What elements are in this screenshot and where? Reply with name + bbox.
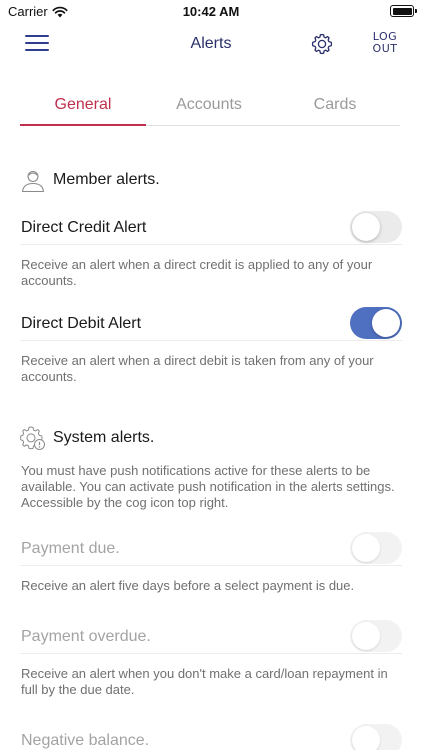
alert-description: Receive an alert when a direct credit is…: [21, 257, 373, 288]
alert-title: Payment overdue.: [21, 628, 151, 645]
alert-tabs: General Accounts Cards: [20, 86, 400, 126]
alert-row-payment-due: Payment due.: [20, 530, 402, 566]
tab-general[interactable]: General: [20, 86, 146, 126]
member-alerts-title: Member alerts.: [53, 171, 160, 188]
alert-row-negative-balance: Negative balance.: [20, 722, 402, 750]
payment-due-toggle[interactable]: [350, 532, 402, 564]
logout-button[interactable]: LOG OUT: [368, 31, 402, 55]
alert-description: Receive an alert when you don't make a c…: [21, 666, 388, 697]
alert-row-payment-overdue: Payment overdue.: [20, 618, 402, 654]
gear-icon[interactable]: [310, 32, 334, 56]
nav-bar: Alerts LOG OUT: [0, 24, 422, 64]
payment-overdue-toggle[interactable]: [350, 620, 402, 652]
hamburger-menu-icon[interactable]: [25, 35, 49, 52]
cog-alert-icon: [20, 426, 45, 450]
system-alerts-header: System alerts.: [20, 425, 154, 451]
tab-cards[interactable]: Cards: [272, 86, 398, 125]
direct-debit-toggle[interactable]: [350, 307, 402, 339]
alert-title: Payment due.: [21, 540, 120, 557]
system-alerts-note: You must have push notifications active …: [21, 463, 395, 510]
alert-title: Negative balance.: [21, 732, 150, 749]
clock: 10:42 AM: [182, 4, 240, 19]
user-icon: [21, 170, 45, 193]
system-alerts-title: System alerts.: [53, 429, 155, 446]
alert-title: Direct Debit Alert: [21, 315, 142, 332]
alert-row-direct-debit: Direct Debit Alert: [20, 305, 402, 341]
alert-description: Receive an alert when a direct debit is …: [21, 353, 374, 384]
member-alerts-header: Member alerts.: [20, 167, 160, 193]
direct-credit-toggle[interactable]: [350, 211, 402, 243]
status-bar: Carrier 10:42 AM: [0, 0, 422, 24]
alert-description: Receive an alert five days before a sele…: [21, 578, 355, 593]
logout-label-line2: OUT: [372, 42, 398, 55]
negative-balance-toggle[interactable]: [350, 724, 402, 750]
tab-accounts[interactable]: Accounts: [146, 86, 272, 125]
page-title: Alerts: [190, 35, 232, 52]
alert-title: Direct Credit Alert: [21, 219, 147, 236]
battery-icon: [390, 5, 417, 17]
alert-row-direct-credit: Direct Credit Alert: [20, 209, 402, 245]
